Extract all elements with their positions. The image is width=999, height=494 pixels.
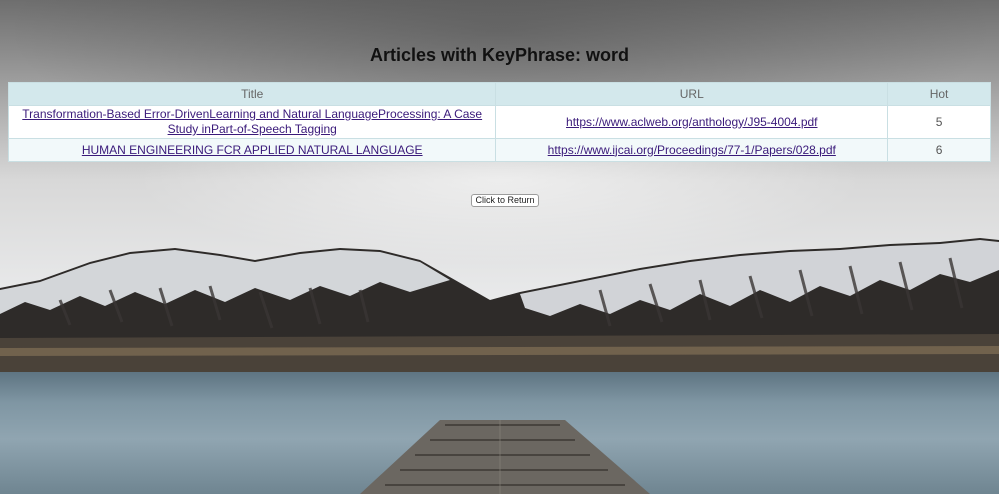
column-header-url: URL bbox=[495, 82, 889, 106]
column-header-title: Title bbox=[7, 82, 497, 106]
background-image bbox=[0, 0, 999, 494]
article-title-link[interactable]: Transformation-Based Error-DrivenLearnin… bbox=[22, 107, 482, 136]
table-row: Transformation-Based Error-DrivenLearnin… bbox=[7, 105, 991, 139]
table-header-row: Title URL Hot bbox=[7, 82, 991, 106]
table-row: HUMAN ENGINEERING FCR APPLIED NATURAL LA… bbox=[7, 138, 991, 162]
articles-table: Title URL Hot Transformation-Based Error… bbox=[7, 82, 991, 162]
hot-cell: 5 bbox=[887, 105, 991, 139]
page-title: Articles with KeyPhrase: word bbox=[369, 45, 630, 65]
pier bbox=[360, 420, 650, 494]
url-cell: https://www.ijcai.org/Proceedings/77-1/P… bbox=[495, 138, 889, 162]
hot-cell: 6 bbox=[887, 138, 991, 162]
title-cell: HUMAN ENGINEERING FCR APPLIED NATURAL LA… bbox=[7, 138, 497, 162]
article-url-link[interactable]: https://www.aclweb.org/anthology/J95-400… bbox=[566, 115, 817, 129]
article-title-link[interactable]: HUMAN ENGINEERING FCR APPLIED NATURAL LA… bbox=[82, 143, 423, 157]
title-cell: Transformation-Based Error-DrivenLearnin… bbox=[7, 105, 497, 139]
column-header-hot: Hot bbox=[887, 82, 991, 106]
article-url-link[interactable]: https://www.ijcai.org/Proceedings/77-1/P… bbox=[548, 143, 836, 157]
return-button[interactable]: Click to Return bbox=[471, 194, 539, 207]
url-cell: https://www.aclweb.org/anthology/J95-400… bbox=[495, 105, 889, 139]
